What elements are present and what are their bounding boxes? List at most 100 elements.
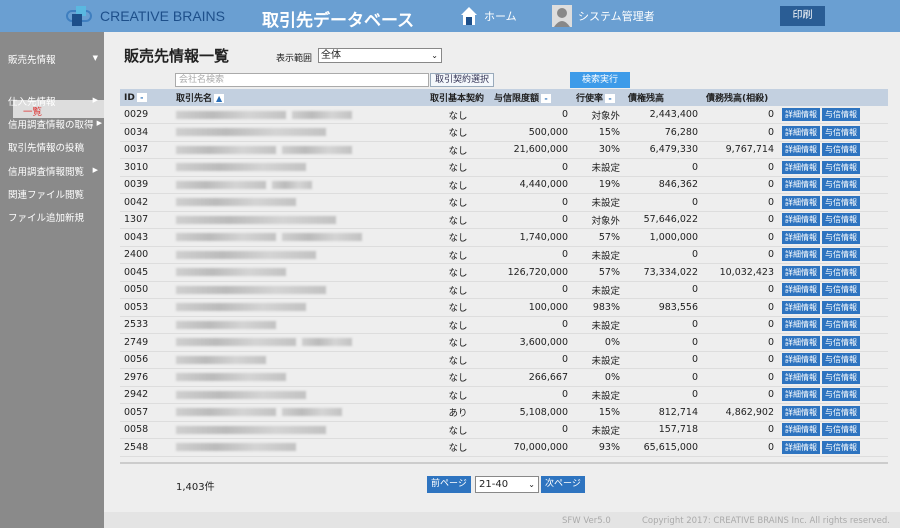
credit-button[interactable]: 与信情報 [822,405,860,419]
table-row[interactable]: 2400 なし 0 未設定 0 0 詳細情報 与信情報 [120,246,888,264]
cell-payable: 0 [702,123,778,142]
detail-button[interactable]: 詳細情報 [782,405,820,419]
sidebar-item-post[interactable]: 取引先情報の投稿 [8,140,104,154]
sort-icon[interactable]: - [136,92,147,102]
table-row[interactable]: 0056 なし 0 未設定 0 0 詳細情報 与信情報 [120,351,888,369]
credit-button[interactable]: 与信情報 [822,388,860,402]
table-row[interactable]: 0053 なし 100,000 983% 983,556 0 詳細情報 与信情報 [120,298,888,317]
print-button[interactable]: 印刷 [780,6,825,26]
detail-button[interactable]: 詳細情報 [782,423,820,437]
table-row[interactable]: 0058 なし 0 未設定 157,718 0 詳細情報 与信情報 [120,421,888,439]
credit-button[interactable]: 与信情報 [822,370,860,384]
detail-button[interactable]: 詳細情報 [782,300,820,314]
detail-button[interactable]: 詳細情報 [782,108,820,121]
detail-button[interactable]: 詳細情報 [782,265,820,279]
detail-button[interactable]: 詳細情報 [782,178,820,192]
credit-button[interactable]: 与信情報 [822,213,860,227]
table-row[interactable]: 0043 なし 1,740,000 57% 1,000,000 0 詳細情報 与信情報 [120,228,888,247]
user-menu[interactable]: システム管理者 [552,5,655,27]
credit-button[interactable]: 与信情報 [822,160,860,174]
prev-page-button[interactable]: 前ページ [427,476,471,493]
sidebar-item-credit-acquire[interactable]: 信用調査情報の取得 ▶ [8,117,104,131]
detail-button[interactable]: 詳細情報 [782,440,820,454]
cell-limit: 100,000 [490,298,572,317]
sort-asc-icon[interactable]: ▲ [214,94,225,103]
detail-button[interactable]: 詳細情報 [782,195,820,209]
detail-button[interactable]: 詳細情報 [782,213,820,227]
detail-button[interactable]: 詳細情報 [782,160,820,174]
credit-button[interactable]: 与信情報 [822,248,860,262]
sidebar-item-sales[interactable]: 販売先情報 ▼ [8,52,104,66]
cell-rate: 15% [572,123,624,142]
table-row[interactable]: 0029 なし 0 対象外 2,443,400 0 詳細情報 与信情報 [120,106,888,124]
col-rate[interactable]: 行使率 - [572,89,624,106]
detail-button[interactable]: 詳細情報 [782,388,820,402]
credit-button[interactable]: 与信情報 [822,265,860,279]
credit-button[interactable]: 与信情報 [822,108,860,121]
credit-button[interactable]: 与信情報 [822,178,860,192]
cell-rate: 未設定 [572,316,624,334]
cell-id: 0053 [120,298,172,317]
credit-button[interactable]: 与信情報 [822,318,860,332]
detail-button[interactable]: 詳細情報 [782,248,820,262]
table-row[interactable]: 0034 なし 500,000 15% 76,280 0 詳細情報 与信情報 [120,123,888,142]
table-row[interactable]: 0039 なし 4,440,000 19% 846,362 0 詳細情報 与信情報 [120,176,888,194]
cell-id: 0043 [120,228,172,247]
table-row[interactable]: 0042 なし 0 未設定 0 0 詳細情報 与信情報 [120,193,888,212]
table-row[interactable]: 2533 なし 0 未設定 0 0 詳細情報 与信情報 [120,316,888,334]
table-row[interactable]: 2942 なし 0 未設定 0 0 詳細情報 与信情報 [120,386,888,404]
sort-icon[interactable]: - [541,94,552,103]
detail-button[interactable]: 詳細情報 [782,335,820,349]
contract-select-button[interactable]: 取引契約選択 [430,73,494,87]
credit-button[interactable]: 与信情報 [822,300,860,314]
credit-button[interactable]: 与信情報 [822,125,860,139]
company-search-input[interactable]: 会社名検索 [175,73,429,87]
sidebar-item-files[interactable]: 関連ファイル閲覧 [8,187,104,201]
credit-button[interactable]: 与信情報 [822,440,860,454]
cell-limit: 500,000 [490,123,572,142]
sidebar-item-credit-view[interactable]: 信用調査情報閲覧 ▶ [8,164,104,178]
cell-limit: 0 [490,246,572,264]
sort-icon[interactable]: - [605,94,616,103]
credit-button[interactable]: 与信情報 [822,335,860,349]
table-row[interactable]: 1307 なし 0 対象外 57,646,022 0 詳細情報 与信情報 [120,211,888,229]
cell-receivable: 0 [624,368,702,387]
table-row[interactable]: 2749 なし 3,600,000 0% 0 0 詳細情報 与信情報 [120,333,888,352]
credit-button[interactable]: 与信情報 [822,423,860,437]
col-contract: 取引基本契約 [426,89,490,106]
detail-button[interactable]: 詳細情報 [782,318,820,332]
home-link[interactable]: ホーム [460,6,517,26]
table-row[interactable]: 3010 なし 0 未設定 0 0 詳細情報 与信情報 [120,158,888,177]
table-row[interactable]: 2548 なし 70,000,000 93% 65,615,000 0 詳細情報 与信情報 [120,438,888,457]
col-payable: 債務残高(相殺) [702,89,778,106]
col-name[interactable]: 取引先名 ▲ [172,89,426,106]
search-button[interactable]: 検索実行 [570,72,630,88]
next-page-button[interactable]: 次ページ [541,476,585,493]
table-row[interactable]: 0057 あり 5,108,000 15% 812,714 4,862,902 詳細情報 与信… [120,403,888,422]
sidebar-item-add-file[interactable]: ファイル追加新規 [8,210,104,224]
detail-button[interactable]: 詳細情報 [782,143,820,157]
table-row[interactable]: 0045 なし 126,720,000 57% 73,334,022 10,032,423… [120,263,888,282]
col-limit[interactable]: 与信限度額 - [490,89,572,106]
table-row[interactable]: 0050 なし 0 未設定 0 0 詳細情報 与信情報 [120,281,888,299]
range-select[interactable]: 全体 ⌄ [318,48,442,63]
detail-button[interactable]: 詳細情報 [782,353,820,367]
detail-button[interactable]: 詳細情報 [782,125,820,139]
credit-button[interactable]: 与信情報 [822,283,860,297]
credit-button[interactable]: 与信情報 [822,353,860,367]
col-id[interactable]: ID - [120,89,172,106]
cell-contract: なし [426,386,490,404]
cell-receivable: 73,334,022 [624,263,702,282]
table-row[interactable]: 0037 なし 21,600,000 30% 6,479,330 9,767,714 詳細情… [120,141,888,159]
credit-button[interactable]: 与信情報 [822,143,860,157]
credit-button[interactable]: 与信情報 [822,195,860,209]
cell-id: 2976 [120,368,172,387]
sidebar-item-suppliers[interactable]: 仕入先情報 ▶ [8,94,104,108]
table-row[interactable]: 2976 なし 266,667 0% 0 0 詳細情報 与信情報 [120,368,888,387]
cell-name-redacted [172,176,426,194]
page-range-select[interactable]: 21-40 ⌄ [475,476,539,493]
detail-button[interactable]: 詳細情報 [782,230,820,244]
credit-button[interactable]: 与信情報 [822,230,860,244]
detail-button[interactable]: 詳細情報 [782,283,820,297]
detail-button[interactable]: 詳細情報 [782,370,820,384]
